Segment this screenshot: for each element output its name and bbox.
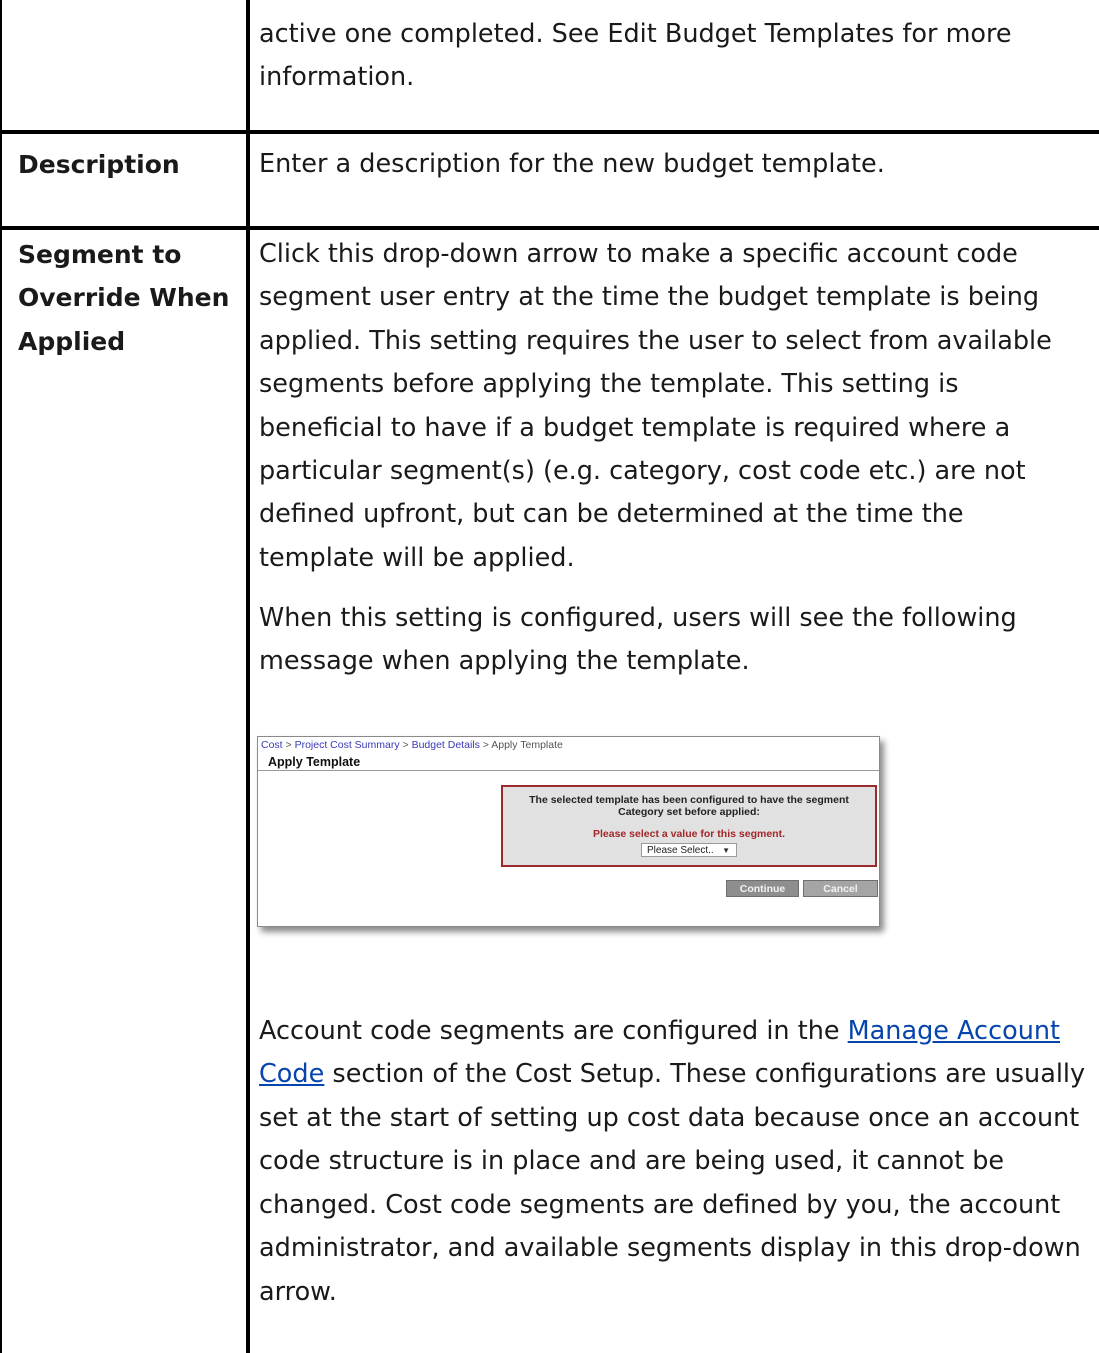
message-line: Category set before applied: <box>618 806 760 818</box>
continued-text-line: information. <box>259 62 415 92</box>
paragraph-line: defined upfront, but can be determined a… <box>259 499 964 529</box>
segment-message-box: The selected template has been configure… <box>501 785 877 867</box>
paragraph-line: Code section of the Cost Setup. These co… <box>259 1054 1095 1096</box>
page-title: Apply Template <box>268 755 361 769</box>
paragraph-line: segment user entry at the time the budge… <box>259 282 1040 312</box>
breadcrumb-current: Apply Template <box>491 739 563 751</box>
document-table: active one completed. See Edit Budget Te… <box>0 0 1099 1353</box>
description-text: Enter a description for the new budget t… <box>259 149 885 179</box>
title-divider <box>258 770 879 771</box>
text-run: Account code segments are configured in … <box>259 1016 848 1046</box>
paragraph-line: set at the start of setting up cost data… <box>259 1103 1080 1133</box>
breadcrumb-separator: > <box>282 739 295 751</box>
paragraph-line: changed. Cost code segments are defined … <box>259 1190 1061 1220</box>
segment-label-line: Override When <box>18 283 230 312</box>
paragraph-line: arrow. <box>259 1277 337 1307</box>
text-run: section of the Cost Setup. These configu… <box>324 1059 1086 1089</box>
chevron-down-icon: ▼ <box>722 846 730 855</box>
warning-text: Please select a value for this segment. <box>592 828 785 840</box>
paragraph-line: segments before applying the template. T… <box>259 369 959 399</box>
paragraph-line: code structure is in place and are being… <box>259 1146 1005 1176</box>
paragraph-line: template will be applied. <box>259 543 575 573</box>
apply-template-screenshot: Cost > Project Cost Summary > Budget Det… <box>257 736 880 927</box>
segment-label-line: Applied <box>18 327 126 356</box>
manage-account-code-link-cont[interactable]: Code <box>259 1059 324 1089</box>
continue-button[interactable]: Continue <box>726 880 799 897</box>
breadcrumb-link-project-cost-summary[interactable]: Project Cost Summary <box>295 739 400 751</box>
continued-text-line: active one completed. See Edit Budget Te… <box>259 19 1012 49</box>
segment-select[interactable]: Please Select.. ▼ <box>641 843 737 857</box>
breadcrumb-separator: > <box>479 739 492 751</box>
breadcrumb-separator: > <box>399 739 412 751</box>
segment-select-value: Please Select.. <box>647 845 714 856</box>
paragraph-line: beneficial to have if a budget template … <box>259 413 1011 443</box>
row-divider <box>2 130 1099 134</box>
breadcrumb-link-budget-details[interactable]: Budget Details <box>412 739 480 751</box>
paragraph-line: message when applying the template. <box>259 646 750 676</box>
breadcrumb: Cost > Project Cost Summary > Budget Det… <box>261 739 563 751</box>
paragraph-line: Account code segments are configured in … <box>259 1011 1095 1053</box>
paragraph-line: administrator, and available segments di… <box>259 1233 1081 1263</box>
row-divider <box>2 226 1099 230</box>
paragraph-line: Click this drop-down arrow to make a spe… <box>259 239 1018 269</box>
column-divider <box>246 0 250 1353</box>
paragraph-line: particular segment(s) (e.g. category, co… <box>259 456 1026 486</box>
paragraph-line: applied. This setting requires the user … <box>259 326 1052 356</box>
cancel-button[interactable]: Cancel <box>803 880 878 897</box>
manage-account-code-link[interactable]: Manage Account <box>848 1016 1060 1046</box>
segment-label-line: Segment to <box>18 240 182 269</box>
breadcrumb-link-cost[interactable]: Cost <box>261 739 283 751</box>
paragraph-line: When this setting is configured, users w… <box>259 603 1017 633</box>
message-line: The selected template has been configure… <box>529 794 849 806</box>
description-label: Description <box>18 150 180 179</box>
